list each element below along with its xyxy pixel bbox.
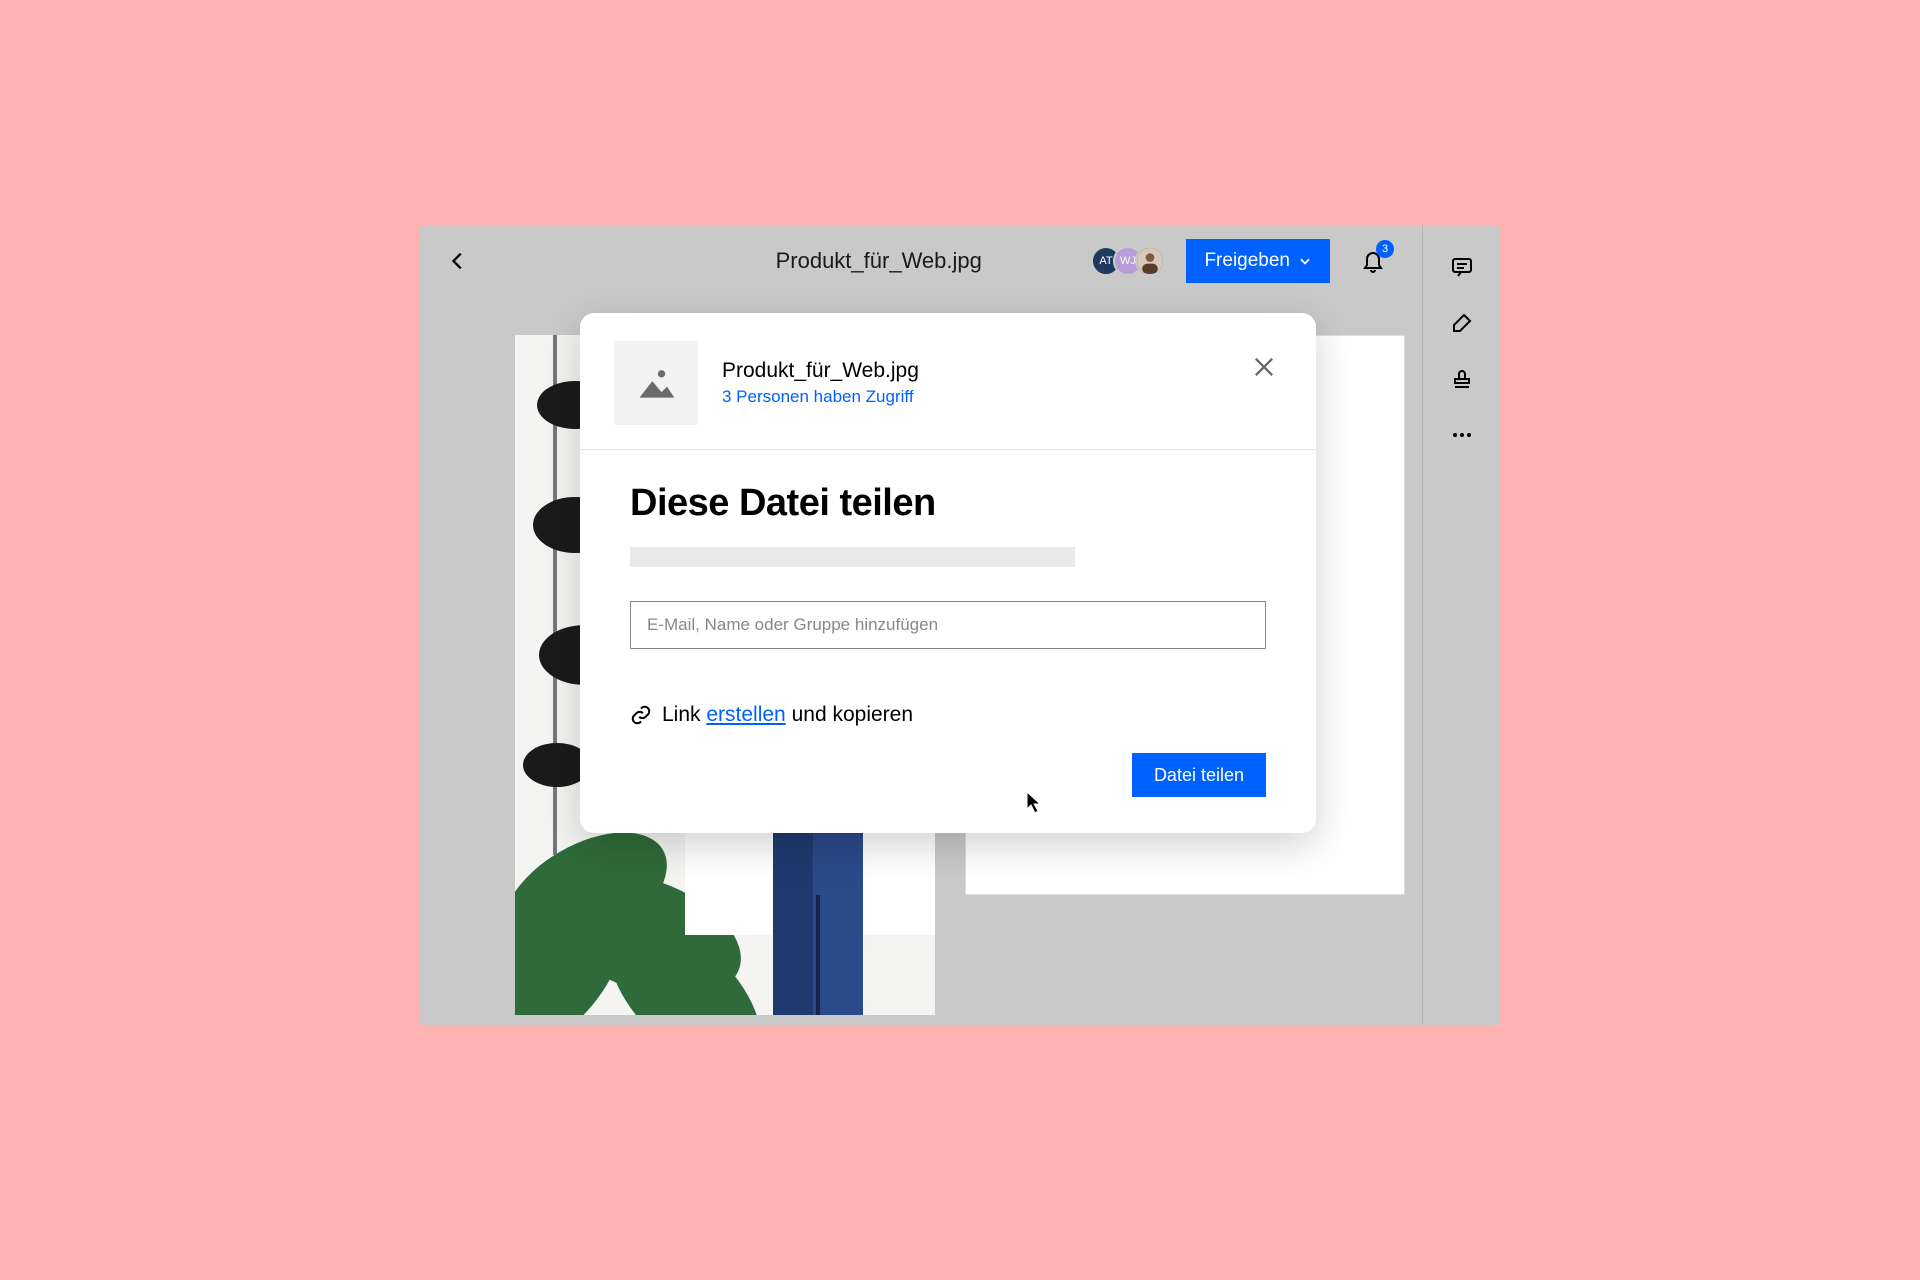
modal-title: Diese Datei teilen <box>630 482 1266 525</box>
notification-badge: 3 <box>1376 240 1394 258</box>
close-icon <box>1250 353 1278 381</box>
recipient-input[interactable] <box>630 601 1266 649</box>
modal-filename: Produkt_für_Web.jpg <box>722 359 919 383</box>
close-button[interactable] <box>1250 353 1282 385</box>
comments-icon[interactable] <box>1448 253 1476 281</box>
file-title: Produkt_für_Web.jpg <box>776 248 982 274</box>
back-button[interactable] <box>440 243 476 279</box>
modal-footer: Datei teilen <box>580 753 1316 833</box>
share-button[interactable]: Freigeben <box>1186 239 1330 283</box>
modal-file-info: Produkt_für_Web.jpg 3 Personen haben Zug… <box>722 359 919 407</box>
modal-body: Diese Datei teilen Link erstellen und ko… <box>580 450 1316 763</box>
file-thumbnail <box>614 341 698 425</box>
create-link-text: Link erstellen und kopieren <box>662 703 913 727</box>
share-modal: Produkt_für_Web.jpg 3 Personen haben Zug… <box>580 313 1316 833</box>
notifications-button[interactable]: 3 <box>1356 244 1390 278</box>
edit-icon[interactable] <box>1448 309 1476 337</box>
topbar: Produkt_für_Web.jpg AT WJ Freigeben 3 <box>420 225 1420 297</box>
share-file-button[interactable]: Datei teilen <box>1132 753 1266 797</box>
chevron-down-icon <box>1298 254 1312 268</box>
avatar <box>1135 246 1165 276</box>
access-link[interactable]: 3 Personen haben Zugriff <box>722 387 919 407</box>
right-rail <box>1422 225 1500 1025</box>
modal-header: Produkt_für_Web.jpg 3 Personen haben Zug… <box>580 313 1316 450</box>
stamp-icon[interactable] <box>1448 365 1476 393</box>
link-icon <box>630 704 652 726</box>
create-link-row[interactable]: Link erstellen und kopieren <box>630 703 1266 727</box>
app-window: Produkt_für_Web.jpg AT WJ Freigeben 3 <box>420 225 1500 1025</box>
create-link-action[interactable]: erstellen <box>706 703 785 726</box>
more-icon[interactable] <box>1448 421 1476 449</box>
placeholder-bar <box>630 547 1075 567</box>
share-button-label: Freigeben <box>1204 250 1290 272</box>
image-icon <box>634 361 678 405</box>
avatar-stack[interactable]: AT WJ <box>1099 246 1165 276</box>
